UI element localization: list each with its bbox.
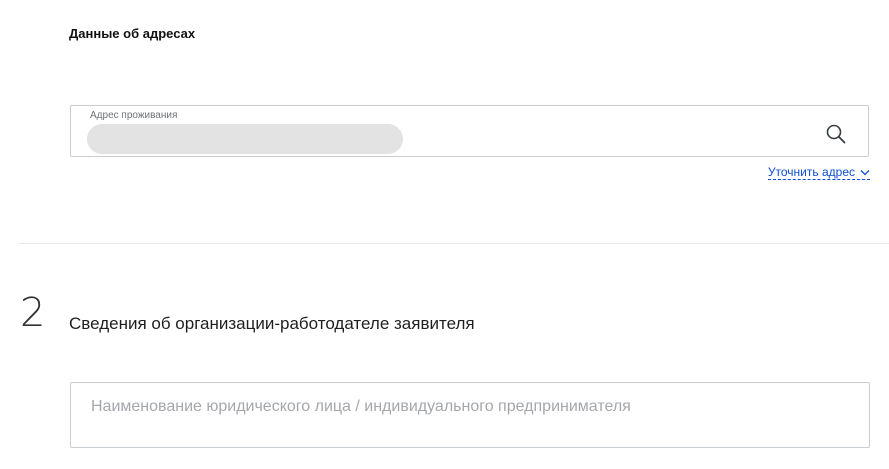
residence-address-value-redacted[interactable] xyxy=(87,124,403,154)
section-title-addresses: Данные об адресах xyxy=(69,26,196,41)
organization-name-input[interactable] xyxy=(89,397,833,417)
clarify-address-link[interactable]: Уточнить адрес xyxy=(767,165,870,180)
application-form: Данные об адресах Адрес проживания Уточн… xyxy=(0,0,889,469)
clarify-address-label: Уточнить адрес xyxy=(767,165,855,179)
chevron-down-icon xyxy=(860,165,870,179)
search-icon[interactable] xyxy=(825,123,847,145)
section-divider xyxy=(18,243,889,244)
residence-address-label: Адрес проживания xyxy=(90,110,178,121)
residence-address-field[interactable]: Адрес проживания xyxy=(70,105,869,157)
organization-name-field[interactable] xyxy=(70,382,870,448)
step-title: Сведения об организации-работодателе зая… xyxy=(69,314,475,333)
step-number: 2 xyxy=(20,290,46,336)
